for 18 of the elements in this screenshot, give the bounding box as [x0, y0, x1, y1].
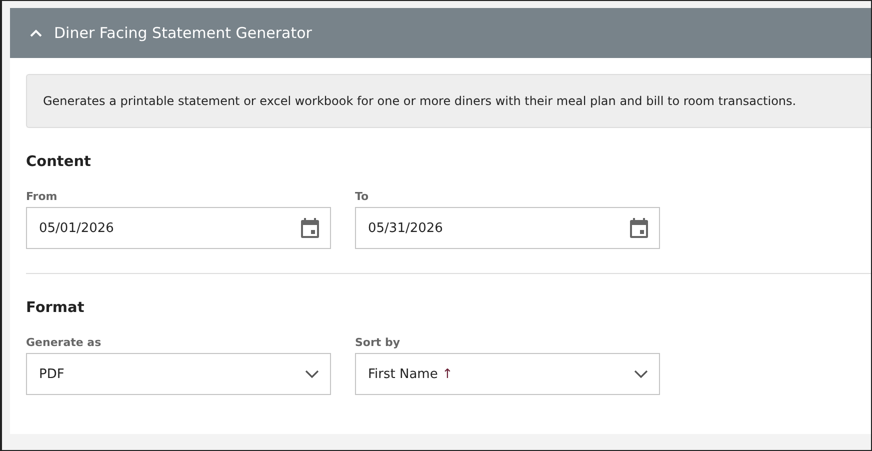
calendar-icon[interactable] — [301, 218, 319, 238]
select-dropdown[interactable]: First Name ↑ — [355, 353, 660, 395]
chevron-up-icon[interactable] — [30, 29, 42, 37]
date-field[interactable]: 05/01/2026 — [26, 207, 331, 249]
calendar-icon[interactable] — [630, 218, 648, 238]
chevron-down-icon[interactable] — [305, 370, 319, 378]
field-label: From — [26, 190, 58, 203]
field-label: Sort by — [355, 336, 402, 349]
section-heading: Format — [26, 300, 86, 316]
section-heading: Content — [26, 154, 92, 170]
date-field[interactable]: 05/31/2026 — [355, 207, 660, 249]
info-text: Generates a printable statement or excel workbook for one or more diners with their meal plan and bill to room transactions. — [43, 94, 796, 108]
select-dropdown[interactable]: PDF — [26, 353, 331, 395]
chevron-down-icon[interactable] — [634, 370, 648, 378]
panel-title: Diner Facing Statement Generator — [54, 24, 312, 42]
field-label: To — [355, 190, 370, 203]
panel-header[interactable]: Diner Facing Statement Generator — [10, 8, 871, 58]
field-label: Generate as — [26, 336, 102, 349]
